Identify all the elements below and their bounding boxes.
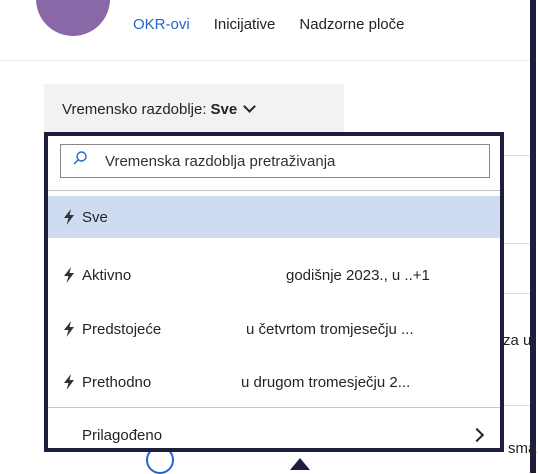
time-period-dropdown: Sve Aktivno godišnje 2023., u ..+1 Preds…: [44, 132, 504, 452]
period-option-previous[interactable]: Prethodno u drugom tromesječju 2...: [48, 361, 500, 403]
dropdown-divider: [48, 190, 500, 191]
period-option-detail: u drugom tromesječju 2...: [241, 373, 411, 391]
period-option-label: Predstojeće: [82, 320, 162, 338]
period-option-all[interactable]: Sve: [48, 196, 500, 238]
period-option-active[interactable]: Aktivno godišnje 2023., u ..+1: [48, 254, 500, 296]
chevron-right-icon: [469, 427, 485, 443]
time-period-label: Vremensko razdoblje:: [62, 100, 207, 118]
callout-pointer: [290, 458, 310, 470]
list-divider: [504, 405, 530, 406]
time-period-filter-button[interactable]: Vremensko razdoblje: Sve: [44, 84, 344, 134]
list-divider: [504, 293, 530, 294]
header-divider: [0, 60, 530, 61]
period-option-custom[interactable]: Prilagođeno: [48, 414, 500, 456]
time-period-value: Sve: [210, 100, 238, 118]
period-option-label: Aktivno: [82, 266, 132, 284]
list-row-text: sma: [508, 440, 537, 457]
dropdown-divider: [48, 407, 500, 408]
period-option-detail: u četvrtom tromjesečju ...: [246, 320, 414, 338]
search-input[interactable]: [105, 152, 465, 170]
list-divider: [504, 155, 530, 156]
lightning-icon: [64, 267, 74, 283]
period-option-upcoming[interactable]: Predstojeće u četvrtom tromjesečju ...: [48, 308, 500, 350]
period-option-label: Prilagođeno: [82, 426, 163, 444]
lightning-icon: [64, 321, 74, 337]
time-period-search[interactable]: [60, 144, 490, 178]
period-option-label: Prethodno: [82, 373, 152, 391]
list-divider: [504, 243, 530, 244]
search-icon: [73, 151, 87, 165]
chevron-down-icon: [243, 99, 257, 113]
tab-initiatives[interactable]: Inicijative: [214, 16, 276, 33]
period-option-detail: godišnje 2023., u ..+1: [286, 266, 430, 284]
tab-dashboards[interactable]: Nadzorne ploče: [299, 16, 404, 33]
nav-tabs: OKR-ovi Inicijative Nadzorne ploče: [133, 16, 428, 33]
tab-okrs[interactable]: OKR-ovi: [133, 16, 190, 33]
lightning-icon: [64, 209, 74, 225]
period-option-label: Sve: [82, 208, 108, 226]
list-row-text: za u: [503, 332, 532, 349]
lightning-icon: [64, 374, 74, 390]
